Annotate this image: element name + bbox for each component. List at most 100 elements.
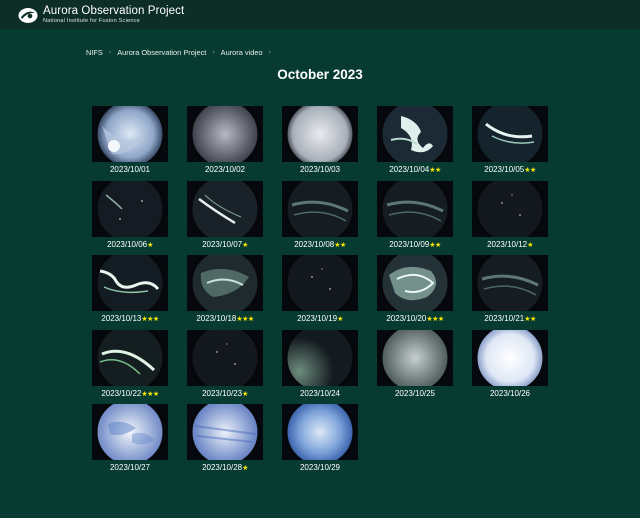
video-date-label[interactable]: 2023/10/08★★ <box>272 240 368 249</box>
video-date-label[interactable]: 2023/10/27 <box>82 463 178 472</box>
star-rating-icon: ★★★ <box>141 391 159 398</box>
video-card[interactable]: 2023/10/20★★★ <box>367 255 463 327</box>
all-sky-thumbnail[interactable] <box>187 330 263 386</box>
sky-image <box>472 181 548 237</box>
video-card[interactable]: 2023/10/28★ <box>177 404 273 476</box>
video-card[interactable]: 2023/10/12★ <box>462 181 558 253</box>
sky-image <box>377 106 453 162</box>
all-sky-thumbnail[interactable] <box>282 255 358 311</box>
video-date-label[interactable]: 2023/10/24 <box>272 389 368 398</box>
all-sky-thumbnail[interactable] <box>472 181 548 237</box>
all-sky-thumbnail[interactable] <box>92 181 168 237</box>
video-date-label[interactable]: 2023/10/05★★ <box>462 165 558 174</box>
all-sky-thumbnail[interactable] <box>92 106 168 162</box>
date-text: 2023/10/01 <box>109 165 151 174</box>
date-text: 2023/10/09 <box>389 240 430 249</box>
video-card[interactable]: 2023/10/22★★★ <box>82 330 178 402</box>
date-text: 2023/10/20 <box>386 314 427 323</box>
video-date-label[interactable]: 2023/10/06★ <box>82 240 178 249</box>
all-sky-thumbnail[interactable] <box>377 255 453 311</box>
video-date-label[interactable]: 2023/10/09★★ <box>367 240 463 249</box>
date-text: 2023/10/25 <box>394 389 436 398</box>
all-sky-thumbnail[interactable] <box>92 330 168 386</box>
date-text: 2023/10/07 <box>202 240 243 249</box>
star-rating-icon: ★★ <box>334 242 346 249</box>
video-card[interactable]: 2023/10/23★ <box>177 330 273 402</box>
all-sky-thumbnail[interactable] <box>92 404 168 460</box>
video-card[interactable]: 2023/10/18★★★ <box>177 255 273 327</box>
video-date-label[interactable]: 2023/10/20★★★ <box>367 314 463 323</box>
video-date-label[interactable]: 2023/10/23★ <box>177 389 273 398</box>
video-date-label[interactable]: 2023/10/01 <box>82 165 178 174</box>
sky-image <box>472 106 548 162</box>
all-sky-thumbnail[interactable] <box>472 106 548 162</box>
video-date-label[interactable]: 2023/10/12★ <box>462 240 558 249</box>
sky-image <box>92 330 168 386</box>
date-text: 2023/10/19 <box>297 314 338 323</box>
video-date-label[interactable]: 2023/10/22★★★ <box>82 389 178 398</box>
sky-image <box>92 404 168 460</box>
video-date-label[interactable]: 2023/10/04★★ <box>367 165 463 174</box>
all-sky-thumbnail[interactable] <box>187 181 263 237</box>
video-card[interactable]: 2023/10/21★★ <box>462 255 558 327</box>
all-sky-thumbnail[interactable] <box>187 255 263 311</box>
all-sky-thumbnail[interactable] <box>377 106 453 162</box>
all-sky-thumbnail[interactable] <box>187 404 263 460</box>
sky-image <box>282 106 358 162</box>
video-card[interactable]: 2023/10/07★ <box>177 181 273 253</box>
all-sky-thumbnail[interactable] <box>377 330 453 386</box>
video-card[interactable]: 2023/10/06★ <box>82 181 178 253</box>
all-sky-thumbnail[interactable] <box>282 404 358 460</box>
sky-image <box>187 404 263 460</box>
video-date-label[interactable]: 2023/10/19★ <box>272 314 368 323</box>
all-sky-thumbnail[interactable] <box>472 255 548 311</box>
all-sky-thumbnail[interactable] <box>377 181 453 237</box>
video-card[interactable]: 2023/10/03 <box>272 106 368 178</box>
video-date-label[interactable]: 2023/10/29 <box>272 463 368 472</box>
date-text: 2023/10/06 <box>107 240 148 249</box>
video-date-label[interactable]: 2023/10/18★★★ <box>177 314 273 323</box>
video-date-label[interactable]: 2023/10/26 <box>462 389 558 398</box>
video-card[interactable]: 2023/10/13★★★ <box>82 255 178 327</box>
date-text: 2023/10/24 <box>299 389 341 398</box>
date-text: 2023/10/26 <box>489 389 531 398</box>
video-date-label[interactable]: 2023/10/13★★★ <box>82 314 178 323</box>
video-date-label[interactable]: 2023/10/02 <box>177 165 273 174</box>
video-card[interactable]: 2023/10/09★★ <box>367 181 463 253</box>
date-text: 2023/10/22 <box>101 389 142 398</box>
all-sky-thumbnail[interactable] <box>282 181 358 237</box>
all-sky-thumbnail[interactable] <box>187 106 263 162</box>
star-rating-icon: ★★★ <box>141 316 159 323</box>
video-date-label[interactable]: 2023/10/03 <box>272 165 368 174</box>
video-date-label[interactable]: 2023/10/07★ <box>177 240 273 249</box>
sky-image <box>92 181 168 237</box>
date-text: 2023/10/08 <box>294 240 335 249</box>
video-date-label[interactable]: 2023/10/28★ <box>177 463 273 472</box>
date-text: 2023/10/27 <box>109 463 151 472</box>
video-card[interactable]: 2023/10/01 <box>82 106 178 178</box>
video-card[interactable]: 2023/10/05★★ <box>462 106 558 178</box>
video-date-label[interactable]: 2023/10/21★★ <box>462 314 558 323</box>
video-card[interactable]: 2023/10/26 <box>462 330 558 402</box>
sky-image <box>377 181 453 237</box>
video-card[interactable]: 2023/10/19★ <box>272 255 368 327</box>
video-card[interactable]: 2023/10/24 <box>272 330 368 402</box>
video-card[interactable]: 2023/10/08★★ <box>272 181 368 253</box>
video-card[interactable]: 2023/10/02 <box>177 106 273 178</box>
video-card[interactable]: 2023/10/25 <box>367 330 463 402</box>
sky-image <box>92 106 168 162</box>
sky-image <box>187 106 263 162</box>
star-rating-icon: ★★ <box>429 167 441 174</box>
all-sky-thumbnail[interactable] <box>472 330 548 386</box>
video-card[interactable]: 2023/10/27 <box>82 404 178 476</box>
video-date-label[interactable]: 2023/10/25 <box>367 389 463 398</box>
all-sky-thumbnail[interactable] <box>92 255 168 311</box>
date-text: 2023/10/21 <box>484 314 525 323</box>
date-text: 2023/10/02 <box>204 165 246 174</box>
all-sky-thumbnail[interactable] <box>282 330 358 386</box>
video-card[interactable]: 2023/10/04★★ <box>367 106 463 178</box>
video-card[interactable]: 2023/10/29 <box>272 404 368 476</box>
all-sky-thumbnail[interactable] <box>282 106 358 162</box>
sky-image <box>187 181 263 237</box>
star-rating-icon: ★★ <box>429 242 441 249</box>
